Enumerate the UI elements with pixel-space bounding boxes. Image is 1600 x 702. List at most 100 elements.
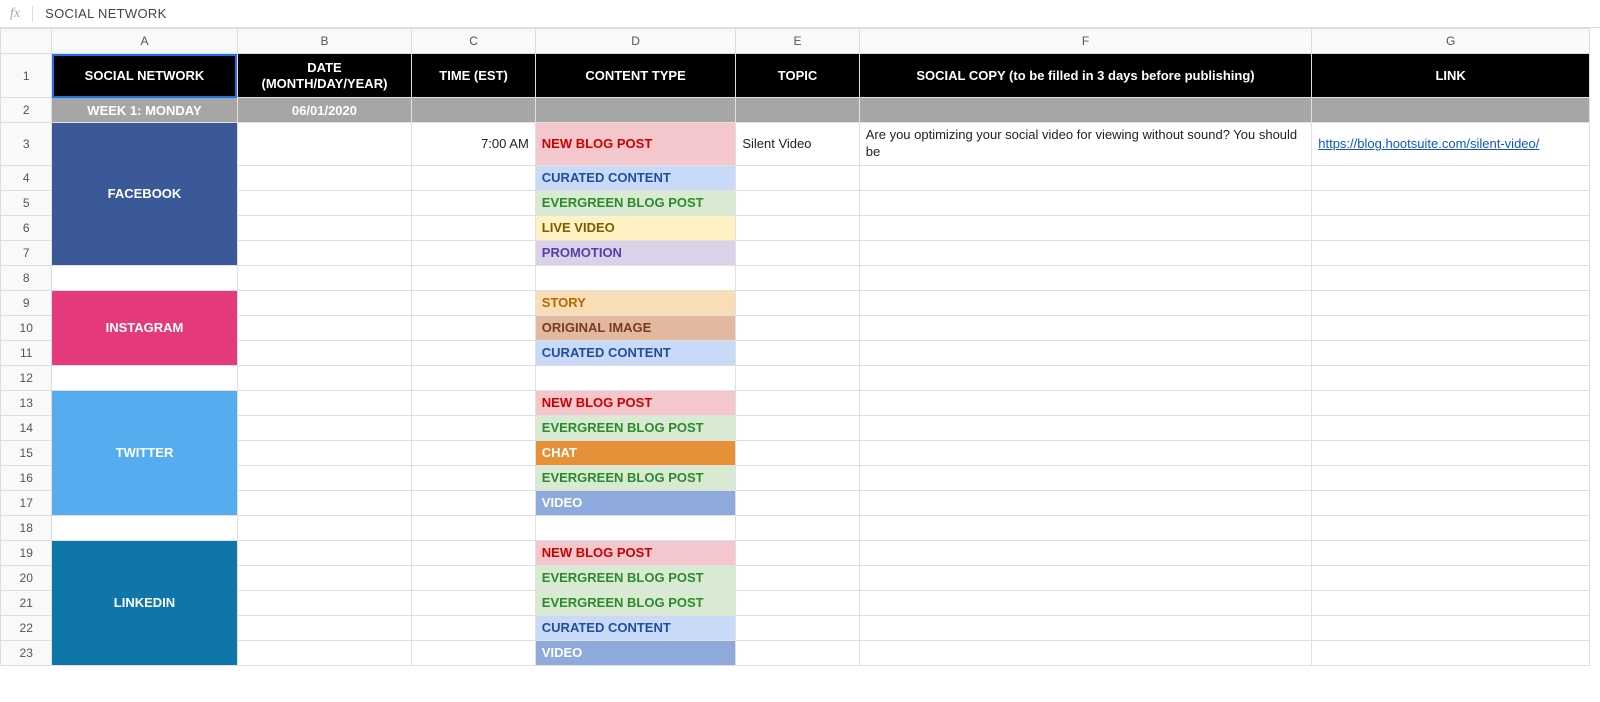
cell-content-type[interactable]: VIDEO <box>535 490 736 515</box>
cell[interactable] <box>412 315 535 340</box>
cell[interactable] <box>412 190 535 215</box>
cell[interactable] <box>736 315 859 340</box>
cell[interactable] <box>859 440 1312 465</box>
cell[interactable] <box>1312 98 1590 123</box>
cell[interactable] <box>736 415 859 440</box>
cell[interactable] <box>237 265 412 290</box>
cell[interactable] <box>52 265 237 290</box>
cell[interactable] <box>1312 565 1590 590</box>
cell-content-type[interactable]: CHAT <box>535 440 736 465</box>
cell[interactable] <box>412 615 535 640</box>
cell[interactable] <box>859 315 1312 340</box>
cell[interactable] <box>237 165 412 190</box>
cell[interactable] <box>736 490 859 515</box>
cell[interactable] <box>237 515 412 540</box>
cell-content-type[interactable]: CURATED CONTENT <box>535 165 736 190</box>
network-twitter[interactable]: TWITTER <box>52 390 237 515</box>
row-head-1[interactable]: 1 <box>1 54 52 98</box>
cell[interactable] <box>237 365 412 390</box>
cell[interactable] <box>1312 640 1590 665</box>
cell[interactable] <box>535 365 736 390</box>
cell-content-type[interactable]: ORIGINAL IMAGE <box>535 315 736 340</box>
cell[interactable] <box>736 265 859 290</box>
cell-content-type[interactable]: EVERGREEN BLOG POST <box>535 190 736 215</box>
cell[interactable] <box>1312 165 1590 190</box>
cell[interactable] <box>859 490 1312 515</box>
cell[interactable] <box>736 465 859 490</box>
cell[interactable] <box>1312 290 1590 315</box>
network-instagram[interactable]: INSTAGRAM <box>52 290 237 365</box>
header-date[interactable]: DATE (MONTH/DAY/YEAR) <box>237 54 412 98</box>
cell-content-type[interactable]: CURATED CONTENT <box>535 340 736 365</box>
row-head-6[interactable]: 6 <box>1 215 52 240</box>
cell[interactable] <box>237 215 412 240</box>
header-content-type[interactable]: CONTENT TYPE <box>535 54 736 98</box>
cell[interactable] <box>859 465 1312 490</box>
row-head-5[interactable]: 5 <box>1 190 52 215</box>
cell-content-type[interactable]: NEW BLOG POST <box>535 540 736 565</box>
cell[interactable] <box>237 290 412 315</box>
cell[interactable] <box>52 515 237 540</box>
cell[interactable] <box>237 315 412 340</box>
row-head-16[interactable]: 16 <box>1 465 52 490</box>
row-head-2[interactable]: 2 <box>1 98 52 123</box>
cell-content-type[interactable]: STORY <box>535 290 736 315</box>
col-head-B[interactable]: B <box>237 29 412 54</box>
cell[interactable] <box>1312 240 1590 265</box>
row-head-7[interactable]: 7 <box>1 240 52 265</box>
header-social-copy[interactable]: SOCIAL COPY (to be filled in 3 days befo… <box>859 54 1312 98</box>
cell-content-type[interactable]: EVERGREEN BLOG POST <box>535 465 736 490</box>
cell[interactable] <box>237 415 412 440</box>
cell-content-type[interactable]: NEW BLOG POST <box>535 123 736 166</box>
cell[interactable] <box>412 490 535 515</box>
cell[interactable] <box>736 215 859 240</box>
week-date[interactable]: 06/01/2020 <box>237 98 412 123</box>
cell[interactable] <box>859 540 1312 565</box>
cell[interactable] <box>237 390 412 415</box>
cell[interactable] <box>237 590 412 615</box>
row-head-23[interactable]: 23 <box>1 640 52 665</box>
cell[interactable] <box>1312 440 1590 465</box>
header-topic[interactable]: TOPIC <box>736 54 859 98</box>
cell[interactable] <box>1312 215 1590 240</box>
cell[interactable] <box>412 165 535 190</box>
cell[interactable] <box>1312 415 1590 440</box>
cell[interactable] <box>1312 490 1590 515</box>
cell[interactable] <box>859 240 1312 265</box>
cell[interactable] <box>859 265 1312 290</box>
cell[interactable] <box>736 515 859 540</box>
cell[interactable] <box>412 415 535 440</box>
cell[interactable] <box>412 365 535 390</box>
row-head-21[interactable]: 21 <box>1 590 52 615</box>
week-label[interactable]: WEEK 1: MONDAY <box>52 98 237 123</box>
cell[interactable] <box>237 340 412 365</box>
cell-topic[interactable]: Silent Video <box>736 123 859 166</box>
cell[interactable] <box>237 540 412 565</box>
cell[interactable] <box>412 290 535 315</box>
cell[interactable] <box>237 640 412 665</box>
row-head-18[interactable]: 18 <box>1 515 52 540</box>
row-head-11[interactable]: 11 <box>1 340 52 365</box>
cell[interactable] <box>859 590 1312 615</box>
cell[interactable] <box>859 390 1312 415</box>
row-head-17[interactable]: 17 <box>1 490 52 515</box>
cell[interactable] <box>736 290 859 315</box>
select-all-corner[interactable] <box>1 29 52 54</box>
cell[interactable] <box>736 390 859 415</box>
cell[interactable] <box>412 98 535 123</box>
cell[interactable] <box>859 365 1312 390</box>
col-head-F[interactable]: F <box>859 29 1312 54</box>
cell[interactable] <box>412 265 535 290</box>
row-head-19[interactable]: 19 <box>1 540 52 565</box>
cell[interactable] <box>736 190 859 215</box>
header-social-network[interactable]: SOCIAL NETWORK <box>52 54 237 98</box>
cell[interactable] <box>412 640 535 665</box>
cell[interactable] <box>412 565 535 590</box>
cell[interactable] <box>237 123 412 166</box>
cell[interactable] <box>1312 315 1590 340</box>
cell[interactable] <box>412 465 535 490</box>
cell-content-type[interactable]: LIVE VIDEO <box>535 215 736 240</box>
cell[interactable] <box>736 640 859 665</box>
row-head-9[interactable]: 9 <box>1 290 52 315</box>
cell[interactable] <box>736 590 859 615</box>
